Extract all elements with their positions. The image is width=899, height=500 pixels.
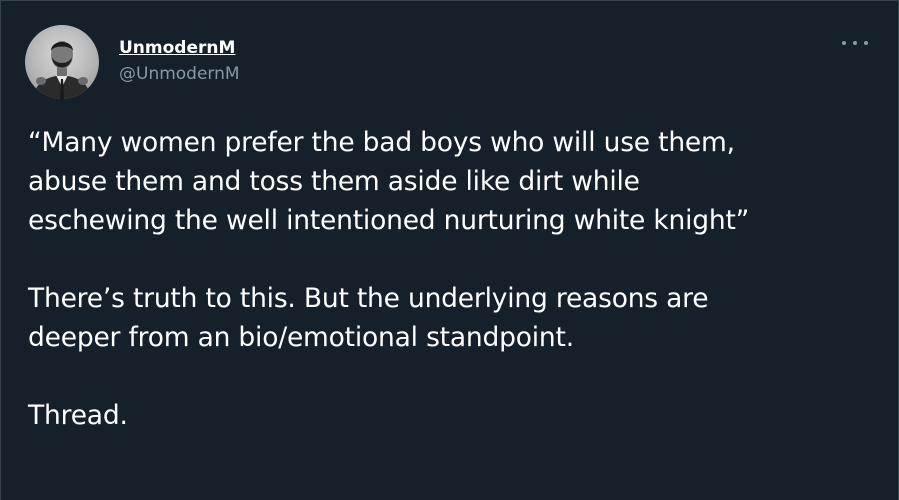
tweet-paragraph-quote: “Many women prefer the bad boys who will…	[28, 127, 750, 236]
tweet-paragraph-thread: Thread.	[28, 400, 128, 431]
tweet-header: UnmodernM @UnmodernM	[25, 25, 878, 99]
author-names: UnmodernM @UnmodernM	[119, 37, 240, 85]
avatar-photo-icon	[33, 41, 91, 99]
more-dot	[842, 41, 846, 45]
avatar[interactable]	[25, 25, 99, 99]
more-options-icon[interactable]	[842, 33, 868, 53]
author-display-name[interactable]: UnmodernM	[119, 37, 240, 59]
more-dot	[864, 41, 868, 45]
tweet-card: UnmodernM @UnmodernM “Many women prefer …	[0, 0, 899, 500]
author-handle[interactable]: @UnmodernM	[119, 63, 240, 85]
tweet-paragraph-statement: There’s truth to this. But the underlyin…	[28, 283, 709, 353]
tweet-text: “Many women prefer the bad boys who will…	[28, 123, 888, 435]
more-dot	[853, 41, 857, 45]
